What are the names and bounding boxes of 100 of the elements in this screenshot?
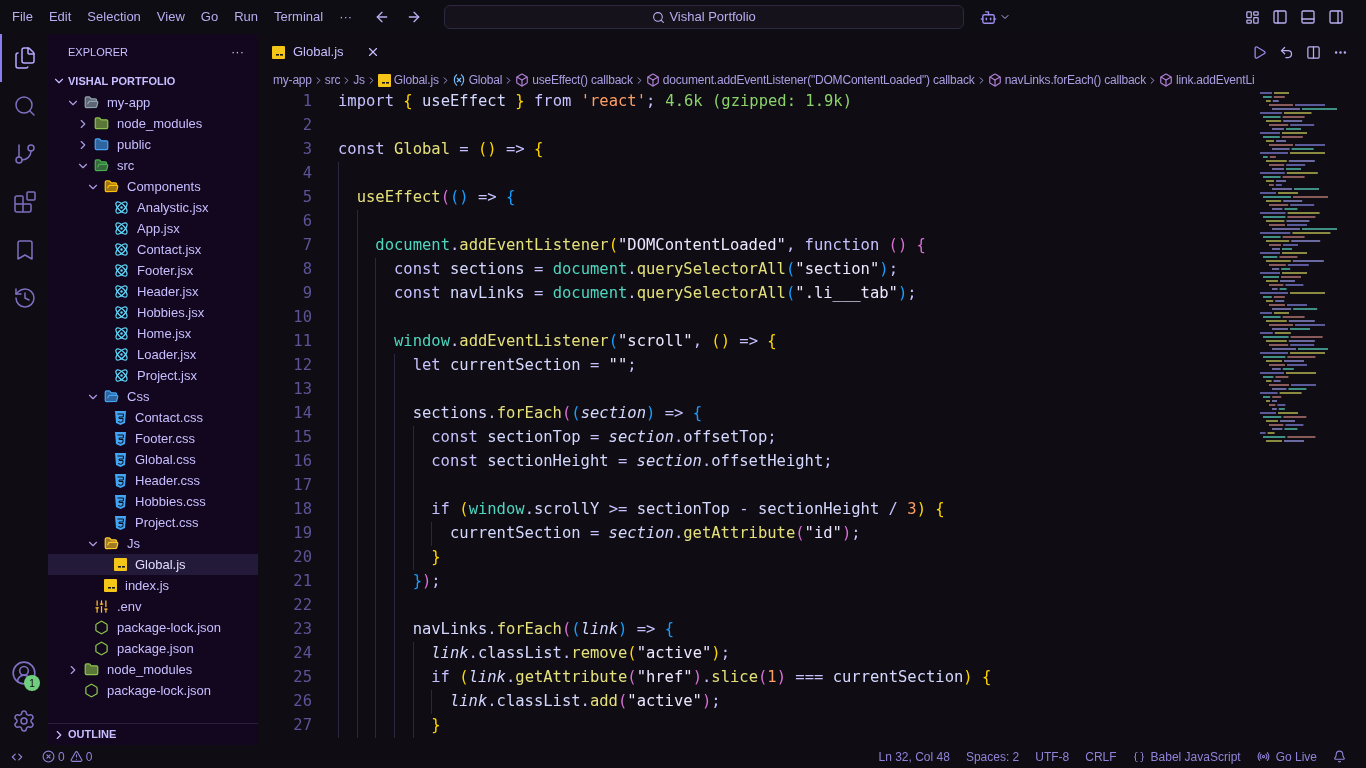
split-editor-icon[interactable] — [1306, 44, 1321, 60]
tree-item[interactable]: Header.jsx — [48, 281, 258, 302]
atom-icon — [114, 221, 129, 236]
tree-item[interactable]: Contact.css — [48, 407, 258, 428]
layout-icon[interactable] — [1245, 9, 1260, 25]
tree-item[interactable]: Contact.jsx — [48, 239, 258, 260]
breadcrumb[interactable]: link.addEventLi — [1159, 71, 1255, 89]
status-item[interactable]: Ln 32, Col 48 — [878, 747, 950, 766]
tree-item[interactable]: Hobbies.css — [48, 491, 258, 512]
tree-item[interactable]: node_modules — [48, 659, 258, 680]
code-line: link.classList.add("active"); — [338, 690, 721, 714]
line-number: 16 — [292, 451, 312, 473]
search-icon — [13, 94, 37, 118]
tree-item[interactable]: Footer.jsx — [48, 260, 258, 281]
tree-item[interactable]: Header.css — [48, 470, 258, 491]
line-number: 12 — [292, 355, 312, 377]
tree-item[interactable]: public — [48, 134, 258, 155]
more-button[interactable]: ··· — [231, 42, 244, 62]
code-line: }); — [338, 570, 441, 594]
line-number: 21 — [292, 571, 312, 593]
status-item[interactable]: Spaces: 2 — [965, 747, 1020, 766]
status-item[interactable]: UTF-8 — [1035, 747, 1070, 766]
line-number: 1 — [301, 91, 312, 113]
tree-item[interactable]: Js — [48, 533, 258, 554]
tree-item[interactable]: package.json — [48, 638, 258, 659]
menu-item[interactable]: Go — [192, 7, 227, 27]
tree-item[interactable]: Analystic.jsx — [48, 197, 258, 218]
menu-item[interactable]: Run — [226, 7, 266, 27]
line-number: 11 — [292, 331, 312, 353]
breadcrumb[interactable]: Js — [353, 71, 365, 89]
play-icon[interactable] — [1252, 44, 1267, 60]
breadcrumb[interactable]: useEffect() callback — [515, 71, 633, 89]
atom-icon — [114, 347, 129, 362]
line-number: 14 — [292, 403, 312, 425]
line-number: 20 — [292, 547, 312, 569]
breadcrumb[interactable]: my-app — [273, 71, 312, 89]
tree-item[interactable]: Footer.css — [48, 428, 258, 449]
command-center[interactable]: Vishal Portfolio — [444, 5, 965, 29]
hexagon-icon — [94, 620, 109, 635]
breadcrumb[interactable]: navLinks.forEach() callback — [987, 71, 1146, 89]
problems-status[interactable]: 0 0 — [42, 747, 93, 766]
panel-bottom-icon[interactable] — [1300, 9, 1316, 25]
account-icon[interactable] — [11, 660, 37, 686]
arrow-icon[interactable] — [1279, 44, 1294, 60]
code-line: } — [338, 546, 441, 570]
section-header[interactable]: VISHAL PORTFOLIO — [48, 70, 258, 92]
folder-icon — [104, 179, 119, 194]
tree-item[interactable]: Home.jsx — [48, 323, 258, 344]
css-file-icon — [114, 452, 127, 467]
tree-item[interactable]: Components — [48, 176, 258, 197]
atom-icon — [114, 284, 129, 299]
tree-item[interactable]: node_modules — [48, 113, 258, 134]
robot-icon[interactable] — [980, 8, 998, 26]
menu-item[interactable]: View — [148, 7, 193, 27]
breadcrumb[interactable]: src — [324, 71, 341, 89]
atom-icon — [114, 242, 129, 257]
menu-item[interactable]: File — [4, 7, 41, 27]
tree-item[interactable]: src — [48, 155, 258, 176]
status-item[interactable]: Babel JavaScript — [1132, 747, 1241, 766]
tree-item[interactable]: Loader.jsx — [48, 344, 258, 365]
panel-right-icon[interactable] — [1328, 9, 1344, 25]
settings-icon[interactable] — [12, 709, 36, 733]
hexagon-icon — [94, 641, 109, 656]
line-number: 6 — [301, 211, 312, 233]
tree-item[interactable]: .env — [48, 596, 258, 617]
tree-item[interactable]: Project.css — [48, 512, 258, 533]
code-line: const sections = document.querySelectorAll("section"); — [338, 258, 898, 282]
tree-item[interactable]: index.js — [48, 575, 258, 596]
cube-icon — [987, 73, 1002, 87]
status-item[interactable] — [1333, 750, 1346, 763]
tree-item[interactable]: Global.css — [48, 449, 258, 470]
error-icon — [42, 750, 55, 763]
panel-left-icon[interactable] — [1272, 9, 1288, 25]
tree-item[interactable]: my-app — [48, 92, 258, 113]
menu-item[interactable]: Selection — [79, 7, 149, 27]
tree-item[interactable]: Hobbies.jsx — [48, 302, 258, 323]
notification-badge: 1 — [24, 675, 40, 691]
status-item[interactable]: CRLF — [1085, 747, 1117, 766]
status-item[interactable]: Go Live — [1256, 747, 1317, 766]
variable-icon — [451, 73, 466, 87]
breadcrumb[interactable]: Global.js — [377, 71, 439, 89]
menu-item[interactable]: ··· — [331, 7, 361, 27]
code-line: let currentSection = ""; — [338, 354, 637, 378]
code-line: document.addEventListener("DOMContentLoaded", function () { — [338, 234, 926, 258]
breadcrumb[interactable]: Global — [451, 71, 503, 89]
tree-item[interactable]: package-lock.json — [48, 617, 258, 638]
menu-item[interactable]: Edit — [40, 7, 80, 27]
tree-item[interactable]: package-lock.json — [48, 680, 258, 701]
menu-item[interactable]: Terminal — [266, 7, 332, 27]
tree-item[interactable]: App.jsx — [48, 218, 258, 239]
breadcrumb[interactable]: document.addEventListener("DOMContentLoaded") callback — [645, 71, 975, 89]
tree-item[interactable]: Css — [48, 386, 258, 407]
line-number: 4 — [301, 163, 312, 185]
code-line: import { useEffect } from 'react'; 4.6k (gzipped: 1.9k) — [338, 91, 852, 113]
cube-icon — [1159, 73, 1173, 87]
line-number: 19 — [292, 523, 312, 545]
cube-icon — [645, 73, 660, 87]
history-icon — [13, 286, 37, 310]
tree-item[interactable]: Project.jsx — [48, 365, 258, 386]
tree-item[interactable]: Global.js — [48, 554, 258, 575]
